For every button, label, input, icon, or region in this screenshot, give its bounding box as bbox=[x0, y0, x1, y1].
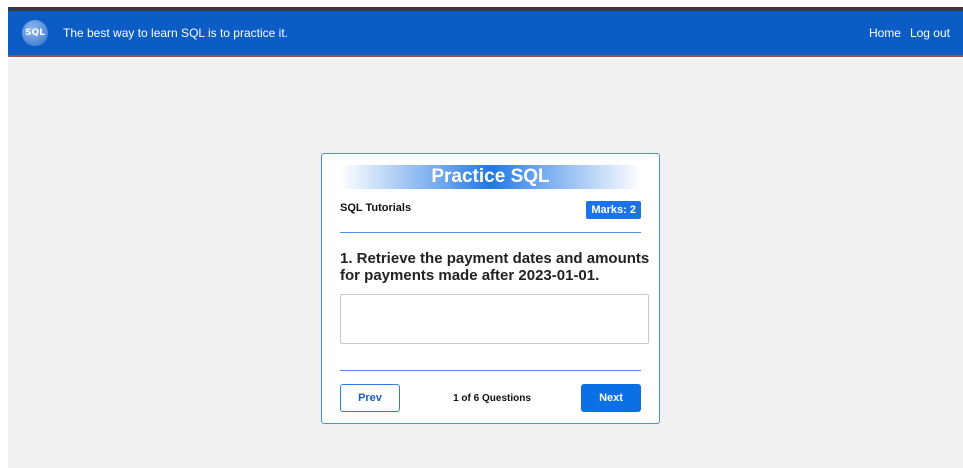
main-content: Practice SQL SQL Tutorials Marks: 2 1. R… bbox=[8, 59, 963, 468]
question-counter: 1 of 6 Questions bbox=[453, 393, 531, 404]
footer-divider bbox=[340, 370, 641, 371]
window-top-strip bbox=[0, 0, 963, 11]
card-subtitle: SQL Tutorials bbox=[340, 202, 412, 214]
next-button[interactable]: Next bbox=[581, 384, 641, 412]
top-navbar: SQL The best way to learn SQL is to prac… bbox=[8, 11, 963, 57]
answer-textarea[interactable] bbox=[340, 294, 649, 344]
home-link[interactable]: Home bbox=[869, 26, 901, 40]
question-text: 1. Retrieve the payment dates and amount… bbox=[340, 250, 650, 284]
logout-link[interactable]: Log out bbox=[910, 26, 950, 40]
nav-links: Home Log out bbox=[869, 26, 950, 40]
card-title: Practice SQL bbox=[340, 165, 641, 189]
header-divider bbox=[340, 232, 641, 233]
marks-badge: Marks: 2 bbox=[586, 201, 641, 219]
site-tagline: The best way to learn SQL is to practice… bbox=[63, 26, 288, 40]
sql-logo-icon[interactable]: SQL bbox=[22, 20, 48, 46]
prev-button[interactable]: Prev bbox=[340, 384, 400, 412]
practice-card: Practice SQL SQL Tutorials Marks: 2 1. R… bbox=[321, 153, 660, 424]
